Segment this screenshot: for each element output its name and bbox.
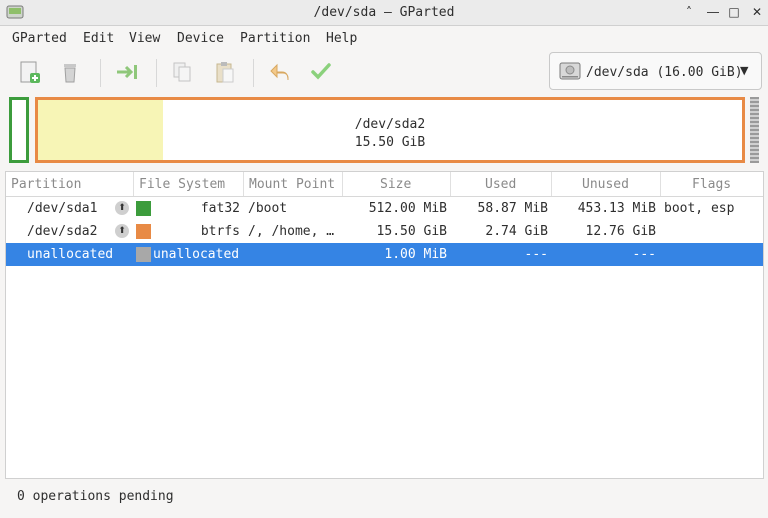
fs-color-swatch [136, 224, 151, 239]
status-bar: 0 operations pending [17, 489, 174, 504]
lock-icon: ⬆ [115, 224, 129, 238]
header-flags[interactable]: Flags [692, 177, 731, 192]
minimize-button[interactable]: ― [705, 4, 721, 20]
column-divider [342, 172, 343, 196]
toolbar-separator [253, 59, 254, 87]
undo-icon[interactable] [266, 58, 294, 86]
cell-size: 1.00 MiB [384, 247, 447, 262]
close-icon[interactable]: ✕ [749, 4, 765, 20]
cell-filesystem: fat32 [200, 201, 240, 216]
column-divider [660, 172, 661, 196]
header-used[interactable]: Used [485, 177, 516, 192]
device-label: /dev/sda (16.00 GiB) [586, 65, 743, 80]
header-size[interactable]: Size [380, 177, 411, 192]
menu-view[interactable]: View [129, 31, 160, 46]
diskmap-partition-size: 15.50 GiB [354, 135, 426, 150]
cell-used: --- [524, 247, 548, 262]
device-selector[interactable]: /dev/sda (16.00 GiB) ▼ [549, 52, 762, 90]
table-row-selected[interactable]: unallocated unallocated 1.00 MiB --- --- [6, 243, 763, 266]
cell-mountpoint: /boot [248, 201, 288, 216]
resize-move-icon[interactable] [113, 58, 141, 86]
cell-filesystem: unallocated [153, 247, 240, 262]
paste-icon[interactable] [211, 58, 239, 86]
diskmap-partition-name: /dev/sda2 [354, 117, 426, 132]
harddisk-icon [559, 62, 581, 80]
menu-device[interactable]: Device [177, 31, 224, 46]
partition-table: Partition File System Mount Point Size U… [5, 171, 764, 479]
header-filesystem[interactable]: File System [139, 177, 225, 192]
column-divider [133, 172, 134, 196]
diskmap-sda2[interactable]: /dev/sda2 15.50 GiB [35, 97, 745, 163]
header-mountpoint[interactable]: Mount Point [249, 177, 335, 192]
window-title: /dev/sda – GParted [313, 5, 455, 20]
cell-flags: boot, esp [664, 201, 735, 216]
cell-partition: /dev/sda1 [27, 201, 98, 216]
cell-mountpoint: /, /home, … [248, 224, 335, 239]
cell-used: 58.87 MiB [477, 201, 548, 216]
chevron-up-icon[interactable]: ˄ [681, 4, 697, 20]
table-row[interactable]: /dev/sda2 ⬆ btrfs /, /home, … 15.50 GiB … [6, 220, 763, 243]
cell-size: 15.50 GiB [376, 224, 447, 239]
diskmap-unallocated[interactable] [750, 97, 759, 163]
diskmap-sda1[interactable] [9, 97, 29, 163]
table-header: Partition File System Mount Point Size U… [6, 172, 763, 197]
title-bar: /dev/sda – GParted ˄ ― □ ✕ [0, 0, 768, 26]
fs-color-swatch [136, 201, 151, 216]
copy-icon[interactable] [168, 58, 196, 86]
cell-partition: /dev/sda2 [27, 224, 98, 239]
header-unused[interactable]: Unused [582, 177, 629, 192]
cell-size: 512.00 MiB [368, 201, 447, 216]
lock-icon: ⬆ [115, 201, 129, 215]
column-divider [450, 172, 451, 196]
menu-edit[interactable]: Edit [83, 31, 114, 46]
cell-partition: unallocated [27, 247, 114, 262]
cell-unused: 453.13 MiB [577, 201, 656, 216]
menu-help[interactable]: Help [326, 31, 357, 46]
disk-map: /dev/sda2 15.50 GiB [6, 96, 762, 166]
column-divider [243, 172, 244, 196]
apply-icon[interactable] [307, 58, 335, 86]
new-partition-icon[interactable] [16, 58, 44, 86]
menu-partition[interactable]: Partition [240, 31, 310, 46]
menu-gparted[interactable]: GParted [12, 31, 67, 46]
header-partition[interactable]: Partition [11, 177, 81, 192]
toolbar-separator [100, 59, 101, 87]
column-divider [551, 172, 552, 196]
cell-filesystem: btrfs [200, 224, 240, 239]
cell-unused: --- [632, 247, 656, 262]
cell-unused: 12.76 GiB [585, 224, 656, 239]
delete-icon[interactable] [56, 58, 84, 86]
chevron-down-icon: ▼ [740, 64, 749, 77]
table-row[interactable]: /dev/sda1 ⬆ fat32 /boot 512.00 MiB 58.87… [6, 197, 763, 220]
fs-color-swatch [136, 247, 151, 262]
cell-used: 2.74 GiB [485, 224, 548, 239]
menu-bar: GParted Edit View Device Partition Help [0, 26, 768, 51]
toolbar-separator [156, 59, 157, 87]
maximize-button[interactable]: □ [726, 4, 742, 20]
